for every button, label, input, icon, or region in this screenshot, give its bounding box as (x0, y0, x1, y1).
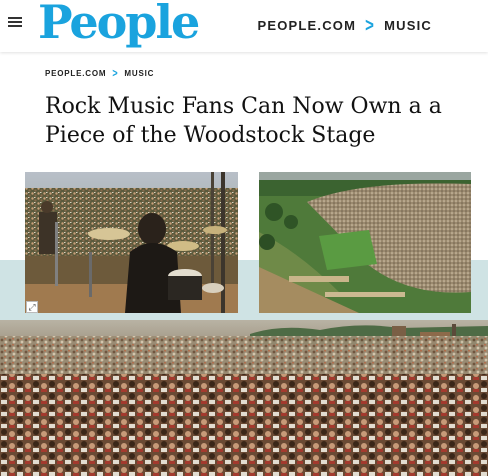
header-site-link[interactable]: PEOPLE.COM (257, 18, 356, 33)
aerial-crowd-photo (259, 172, 471, 313)
crowd-panorama-photo (0, 320, 488, 476)
site-header: People PEOPLE.COM > MUSIC (0, 0, 488, 52)
breadcrumb-site-link[interactable]: PEOPLE.COM (45, 69, 106, 78)
stage-drummer-photo (25, 172, 238, 313)
article-headline: Rock Music Fans Can Now Own a a Piece of… (45, 94, 442, 148)
header-breadcrumb: PEOPLE.COM > MUSIC (257, 14, 432, 37)
chevron-right-icon: > (365, 14, 376, 37)
people-logo[interactable]: People (38, 0, 200, 50)
breadcrumb: PEOPLE.COM > MUSIC (45, 66, 154, 80)
hamburger-menu-icon[interactable] (8, 15, 24, 29)
breadcrumb-section-link[interactable]: MUSIC (124, 69, 154, 78)
chevron-right-icon: > (112, 66, 119, 80)
expand-icon[interactable]: ⤢ (26, 301, 38, 313)
header-section-link[interactable]: MUSIC (384, 18, 432, 33)
